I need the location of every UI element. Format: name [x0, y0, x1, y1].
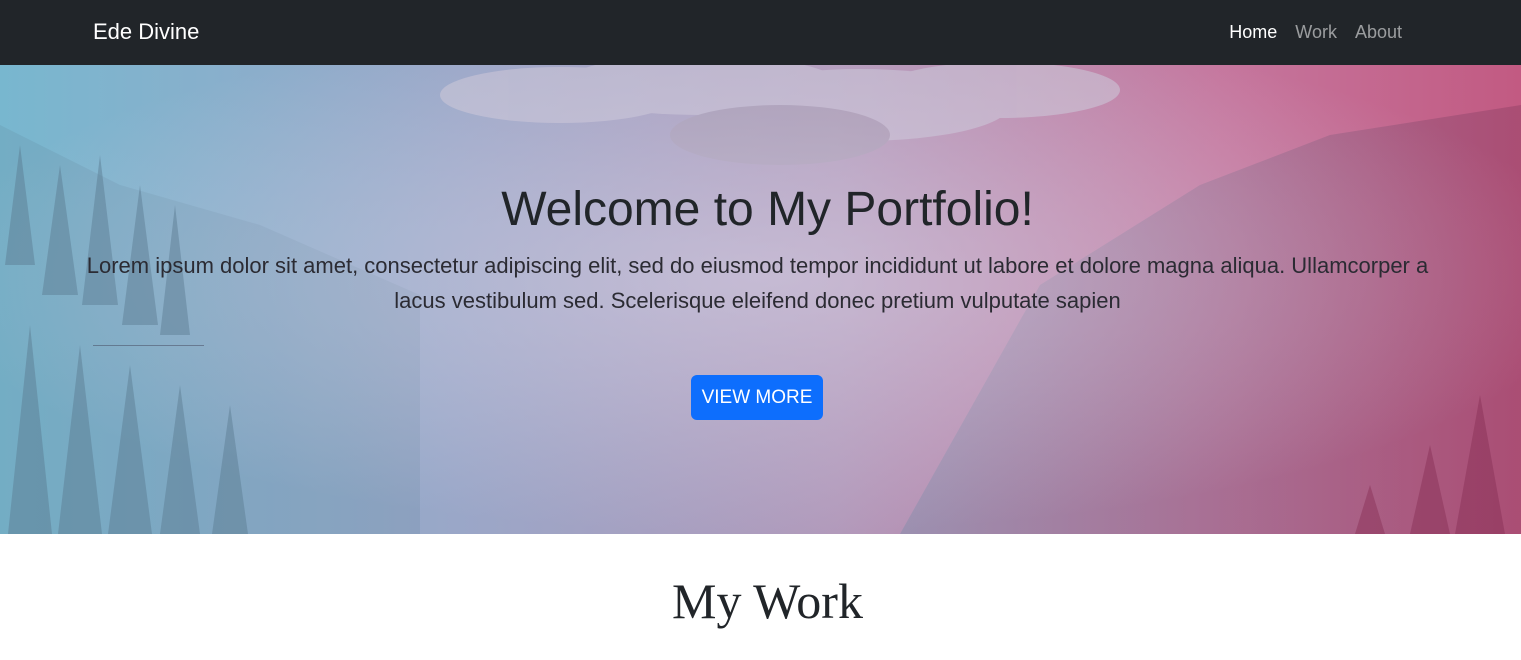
top-navbar: Ede Divine Home Work About: [0, 0, 1521, 65]
nav-link-home[interactable]: Home: [1220, 19, 1286, 45]
nav-link-work[interactable]: Work: [1286, 19, 1346, 45]
nav-link-about[interactable]: About: [1346, 19, 1411, 45]
view-more-button[interactable]: VIEW MORE: [691, 375, 823, 420]
hero-section: Welcome to My Portfolio! Lorem ipsum dol…: [0, 65, 1521, 534]
hero-title: Welcome to My Portfolio!: [501, 183, 1034, 236]
work-section-title: My Work: [672, 573, 863, 629]
hero-lead-text: Lorem ipsum dolor sit amet, consectetur …: [86, 253, 1429, 313]
hero-divider: [93, 345, 204, 346]
nav-links: Home Work About: [1220, 19, 1411, 45]
brand-link[interactable]: Ede Divine: [93, 17, 199, 47]
